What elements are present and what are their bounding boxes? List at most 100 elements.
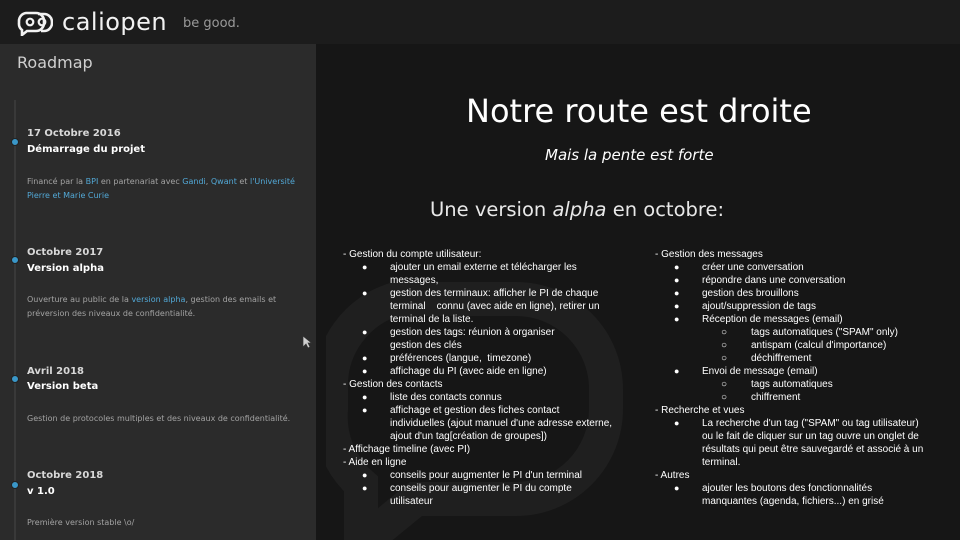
roadmap-sidebar: Roadmap 17 Octobre 2016 Démarrage du pro… [0,44,316,540]
event-date: 17 Octobre 2016 [27,128,121,139]
bullet-icon: ● [362,470,368,480]
hollow-bullet-icon: ○ [721,327,728,338]
event-date: Avril 2018 [27,366,85,377]
list-item: ● affichage du PI (avec aide en ligne) [343,365,643,378]
bullet-icon: ● [362,366,368,376]
timeline-dot [11,138,19,146]
slide-heading: Une version alpha en octobre: [430,198,725,221]
list-item: ● ajouter les boutons des fonctionnalités… [655,482,955,508]
list-subitem: ○ tags automatiques ("SPAM" only) [655,326,955,339]
list-item: ● La recherche d'un tag ("SPAM" ou tag ut… [655,417,955,469]
link-gandi[interactable]: Gandi [182,177,205,186]
logo-text[interactable]: caliopen [62,8,167,36]
mouse-cursor-icon [302,335,312,349]
list-subitem: ○ déchiffrement [655,352,955,365]
event-description: Financé par la BPI en partenariat avec G… [27,177,295,200]
list-item-line: affichage du PI (avec aide en ligne) [390,366,547,377]
list-item-line: utilisateur [390,496,433,507]
list-item-line: préférences (langue, timezone) [390,353,532,364]
event-title: Démarrage du projet [27,144,145,155]
bullet-icon: ● [674,262,680,272]
list-item-line: individuelles (ajout manuel d'une adress… [390,418,613,429]
event-title: v 1.0 [27,486,55,497]
slide-subtitle: Mais la pente est forte [545,146,714,164]
list-item: ● conseils pour augmenter le PI du compte… [343,482,643,508]
caliopen-logo-icon[interactable] [17,10,53,36]
list-item-line: manquantes (agenda, fichiers...) en gris… [702,496,884,507]
slide-area: Notre route est droite Mais la pente est… [316,44,960,540]
link-qwant[interactable]: Qwant [211,177,237,186]
hollow-bullet-icon: ○ [721,379,728,390]
timeline-dot [11,256,19,264]
bullet-icon: ● [674,301,680,311]
list-item-line: ajout/suppression de tags [702,301,816,312]
list-item: ● gestion des tags: réunion à organiser ge… [343,326,643,352]
list-item-line: ou le fait de cliquer sur un tag ouvre u… [702,431,919,442]
tagline: be good. [183,16,240,31]
list-item-line: conseils pour augmenter le PI du compte [390,483,572,494]
list-item-line: ajouter un email externe et télécharger … [390,262,577,273]
bullet-icon: ● [674,483,680,493]
list-item-line: gestion des terminaux: afficher le PI de… [390,288,599,299]
feature-list-right: - Gestion des messages ● créer une convers… [655,248,955,508]
bullet-icon: ● [362,288,368,298]
list-section-heading: - Affichage timeline (avec PI) [343,444,471,455]
hollow-bullet-icon: ○ [721,353,728,364]
list-item: ● gestion des brouillons [655,287,955,300]
top-bar: caliopen be good. [0,0,960,44]
list-item: ● gestion des terminaux: afficher le PI d… [343,287,643,326]
list-item-line: terminal connu (avec aide en ligne), ret… [390,301,600,312]
list-subitem: ○ tags automatiques [655,378,955,391]
link-version-alpha[interactable]: version alpha [131,295,185,304]
list-item-line: liste des contacts connus [390,392,502,403]
slide-title: Notre route est droite [466,92,812,130]
event-description: Ouverture au public de la version alpha,… [27,295,277,318]
hollow-bullet-icon: ○ [721,340,728,351]
list-item: ● créer une conversation [655,261,955,274]
bullet-icon: ● [362,353,368,363]
list-item-line: créer une conversation [702,262,804,273]
event-description: Gestion de protocoles multiples et des n… [27,414,291,423]
list-item: ● répondre dans une conversation [655,274,955,287]
list-section-heading: - Gestion du compte utilisateur: [343,249,482,260]
list-subitem: ○ antispam (calcul d'importance) [655,339,955,352]
list-item: ● préférences (langue, timezone) [343,352,643,365]
list-section-heading: - Gestion des contacts [343,379,443,390]
list-subitem-text: chiffrement [751,392,801,403]
list-subitem-text: antispam (calcul d'importance) [751,340,887,351]
list-item-line: ajouter les boutons des fonctionnalités [702,483,873,494]
bullet-icon: ● [674,366,680,376]
list-item-line: terminal de la liste. [390,314,474,325]
link-bpi[interactable]: BPI [86,177,99,186]
list-subitem-text: tags automatiques [751,379,833,390]
list-subitem: ○ chiffrement [655,391,955,404]
timeline-dot [11,375,19,383]
list-item-line: Envoi de message (email) [702,366,818,377]
event-title: Version alpha [27,263,104,274]
list-item: ● conseils pour augmenter le PI d'un term… [343,469,643,482]
hollow-bullet-icon: ○ [721,392,728,403]
list-item: ● liste des contacts connus [343,391,643,404]
list-item-line: ajout d'un tag[création de groupes]) [390,431,548,442]
timeline-dot [11,481,19,489]
list-item: ● affichage et gestion des fiches contact… [343,404,643,443]
list-item-line: gestion des tags: réunion à organiser [390,327,555,338]
list-section-heading: - Recherche et vues [655,405,745,416]
list-item: ● Envoi de message (email) [655,365,955,378]
event-date: Octobre 2018 [27,470,104,481]
bullet-icon: ● [674,314,680,324]
list-item-line: La recherche d'un tag ("SPAM" ou tag uti… [702,418,919,429]
list-subitem-text: déchiffrement [751,353,812,364]
list-item-line: résultats qui peut être sauvegardé et as… [702,444,924,455]
bullet-icon: ● [674,275,680,285]
sidebar-title: Roadmap [17,53,93,72]
list-item: ● Réception de messages (email) [655,313,955,326]
list-subitem-text: tags automatiques ("SPAM" only) [751,327,898,338]
list-item-line: terminal. [702,457,741,468]
list-section-heading: - Autres [655,470,690,481]
bullet-icon: ● [362,327,368,337]
list-item-line: Réception de messages (email) [702,314,843,325]
list-item-line: gestion des brouillons [702,288,799,299]
list-item: ● ajout/suppression de tags [655,300,955,313]
bullet-icon: ● [362,483,368,493]
